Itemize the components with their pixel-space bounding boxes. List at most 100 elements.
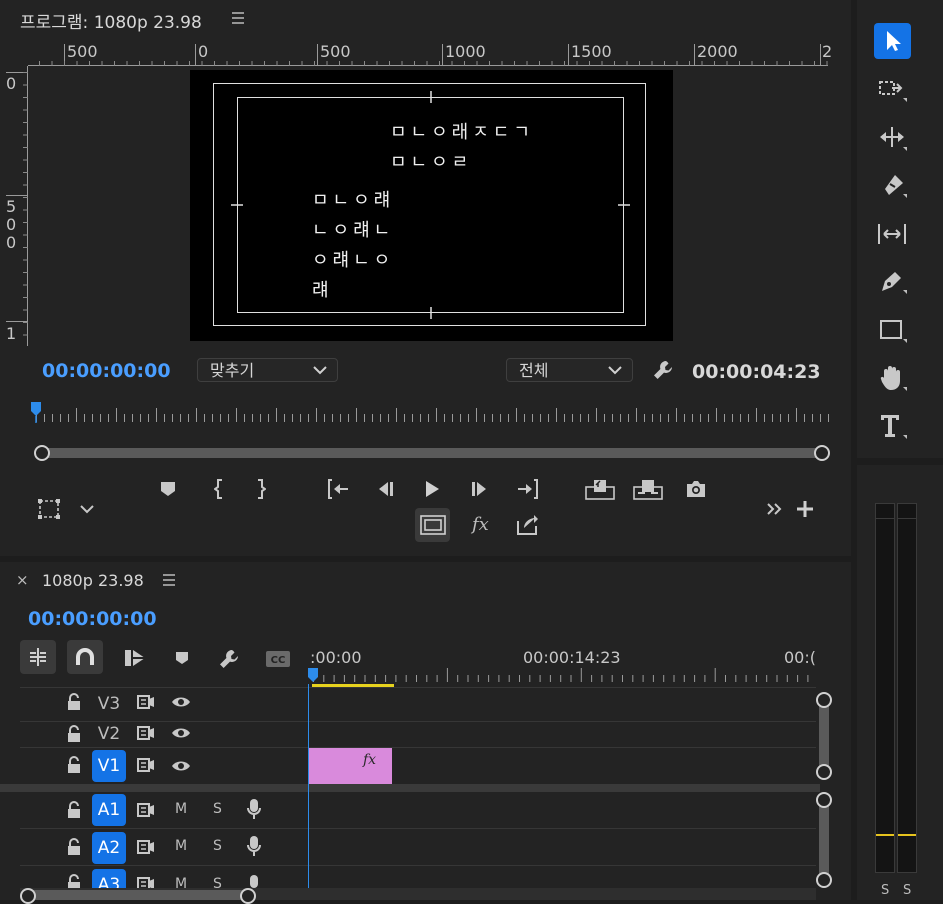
track-target-v1[interactable]: V1 bbox=[92, 750, 126, 782]
mute-button[interactable]: M bbox=[175, 801, 187, 817]
video-frame[interactable]: ㅁㄴㅇ래ㅈㄷㄱ ㅁㄴㅇㄹ ㅁㄴㅇ럐 ㄴㅇ럐ㄴ ㅇ럐ㄴㅇ 럐 bbox=[190, 70, 673, 341]
lock-icon[interactable] bbox=[66, 838, 82, 856]
playhead-marker[interactable] bbox=[308, 668, 320, 684]
add-button-icon[interactable] bbox=[796, 500, 814, 518]
lock-icon[interactable] bbox=[66, 693, 82, 711]
program-monitor-title[interactable]: 프로그램: 1080p 23.98 bbox=[20, 8, 202, 33]
sync-lock-icon[interactable] bbox=[137, 877, 155, 888]
timeline-timecode[interactable]: 00:00:00:00 bbox=[28, 608, 157, 630]
ruler-label: 0 bbox=[6, 74, 17, 93]
type-tool-icon[interactable] bbox=[879, 412, 907, 440]
playhead-marker[interactable] bbox=[30, 401, 42, 423]
track-target-v3[interactable]: V3 bbox=[92, 689, 126, 719]
hand-tool-icon[interactable] bbox=[879, 364, 907, 392]
zoom-scrollbar[interactable] bbox=[34, 445, 830, 461]
overlay-text-line: ㄴㅇ럐ㄴ bbox=[312, 220, 395, 241]
insert-overwrite-toggle[interactable] bbox=[20, 640, 56, 674]
lock-icon[interactable] bbox=[66, 874, 82, 888]
captions-icon[interactable]: CC bbox=[266, 651, 290, 667]
solo-left-button[interactable]: S bbox=[881, 883, 889, 898]
razor-tool-icon[interactable] bbox=[879, 173, 907, 199]
panel-menu-icon[interactable] bbox=[231, 12, 245, 24]
play-icon[interactable] bbox=[424, 480, 440, 498]
sync-lock-icon[interactable] bbox=[137, 758, 155, 772]
close-tab-button[interactable]: × bbox=[16, 571, 29, 589]
microphone-icon[interactable] bbox=[246, 798, 262, 820]
track-target-a2[interactable]: A2 bbox=[92, 832, 126, 864]
sequence-tab[interactable]: 1080p 23.98 bbox=[42, 571, 144, 590]
playhead-line[interactable] bbox=[308, 684, 309, 888]
zoom-handle-left[interactable] bbox=[34, 445, 50, 461]
lock-icon[interactable] bbox=[66, 756, 82, 774]
sync-lock-icon[interactable] bbox=[137, 840, 155, 854]
wrench-icon[interactable] bbox=[218, 648, 240, 670]
fit-dropdown[interactable]: 맞추기 bbox=[197, 358, 338, 382]
audio-meter-panel: S S bbox=[857, 465, 943, 900]
track-header-a3: A3 M S bbox=[0, 866, 308, 888]
eye-icon[interactable] bbox=[171, 759, 191, 773]
sync-lock-icon[interactable] bbox=[137, 803, 155, 817]
snap-toggle[interactable] bbox=[67, 640, 103, 674]
mute-button[interactable]: M bbox=[175, 876, 187, 888]
add-marker-icon[interactable] bbox=[160, 481, 176, 497]
video-tracks-scrollbar[interactable] bbox=[816, 692, 832, 780]
go-to-out-icon[interactable] bbox=[516, 479, 540, 499]
svg-text:CC: CC bbox=[271, 655, 286, 666]
quality-dropdown[interactable]: 전체 bbox=[506, 358, 633, 382]
timeline-panel: × 1080p 23.98 00:00:00:00 CC :00:00 00:0… bbox=[0, 562, 851, 904]
current-timecode[interactable]: 00:00:00:00 bbox=[42, 360, 171, 382]
ruler-label: 500 bbox=[67, 42, 98, 61]
comparison-view-button[interactable] bbox=[415, 508, 450, 542]
rectangle-tool-icon[interactable] bbox=[879, 318, 907, 344]
video-clip[interactable]: fx bbox=[309, 748, 392, 784]
microphone-icon[interactable] bbox=[246, 874, 262, 888]
mark-in-icon[interactable] bbox=[214, 479, 224, 499]
step-back-icon[interactable] bbox=[375, 480, 395, 498]
overlay-text-line: ㅁㄴㅇ래ㅈㄷㄱ bbox=[390, 122, 534, 143]
zoom-handle-right[interactable] bbox=[814, 445, 830, 461]
sync-lock-icon[interactable] bbox=[137, 695, 155, 709]
monitor-frame-icon bbox=[420, 515, 446, 535]
export-frame-icon[interactable] bbox=[516, 513, 540, 537]
sync-lock-icon[interactable] bbox=[137, 726, 155, 740]
chevron-down-icon[interactable] bbox=[79, 503, 95, 515]
slip-tool-icon[interactable] bbox=[877, 222, 907, 248]
wrench-icon[interactable] bbox=[652, 359, 674, 381]
eye-icon[interactable] bbox=[171, 695, 191, 709]
lock-icon[interactable] bbox=[66, 801, 82, 819]
mark-out-icon[interactable] bbox=[256, 479, 266, 499]
arrow-pointer-icon bbox=[887, 31, 901, 51]
solo-button[interactable]: S bbox=[213, 876, 222, 888]
panel-menu-icon[interactable] bbox=[162, 574, 176, 586]
solo-button[interactable]: S bbox=[213, 838, 222, 854]
camera-icon[interactable] bbox=[685, 479, 707, 499]
track-target-a1[interactable]: A1 bbox=[92, 794, 126, 826]
ripple-edit-tool-icon[interactable] bbox=[879, 126, 907, 152]
monitor-time-ruler[interactable] bbox=[28, 400, 832, 424]
program-monitor-panel: 프로그램: 1080p 23.98 500 0 500 1000 1500 20… bbox=[0, 0, 851, 556]
extract-icon[interactable] bbox=[633, 478, 663, 500]
timeline-horizontal-scrollbar[interactable] bbox=[20, 888, 816, 904]
step-forward-icon[interactable] bbox=[470, 480, 490, 498]
nest-icon bbox=[30, 648, 46, 666]
track-target-a3[interactable]: A3 bbox=[92, 869, 126, 888]
lock-icon[interactable] bbox=[66, 725, 82, 743]
mute-button[interactable]: M bbox=[175, 838, 187, 854]
track-select-tool-icon[interactable] bbox=[879, 79, 907, 103]
go-to-in-icon[interactable] bbox=[326, 479, 350, 499]
more-controls-icon[interactable] bbox=[766, 502, 784, 516]
microphone-icon[interactable] bbox=[246, 835, 262, 857]
eye-icon[interactable] bbox=[171, 726, 191, 740]
safe-margins-icon[interactable] bbox=[38, 499, 60, 519]
add-marker-icon[interactable] bbox=[175, 651, 189, 665]
solo-button[interactable]: S bbox=[213, 801, 222, 817]
selection-tool-button[interactable] bbox=[874, 23, 911, 59]
fx-toggle[interactable]: fx bbox=[472, 514, 489, 535]
lift-icon[interactable] bbox=[585, 478, 615, 500]
pen-tool-icon[interactable] bbox=[879, 269, 907, 295]
audio-tracks-scrollbar[interactable] bbox=[816, 792, 832, 888]
track-target-v2[interactable]: V2 bbox=[92, 719, 126, 749]
timeline-ruler[interactable]: :00:00 00:00:14:23 00:( bbox=[308, 642, 816, 688]
linked-selection-icon[interactable] bbox=[123, 648, 147, 668]
solo-right-button[interactable]: S bbox=[903, 883, 911, 898]
